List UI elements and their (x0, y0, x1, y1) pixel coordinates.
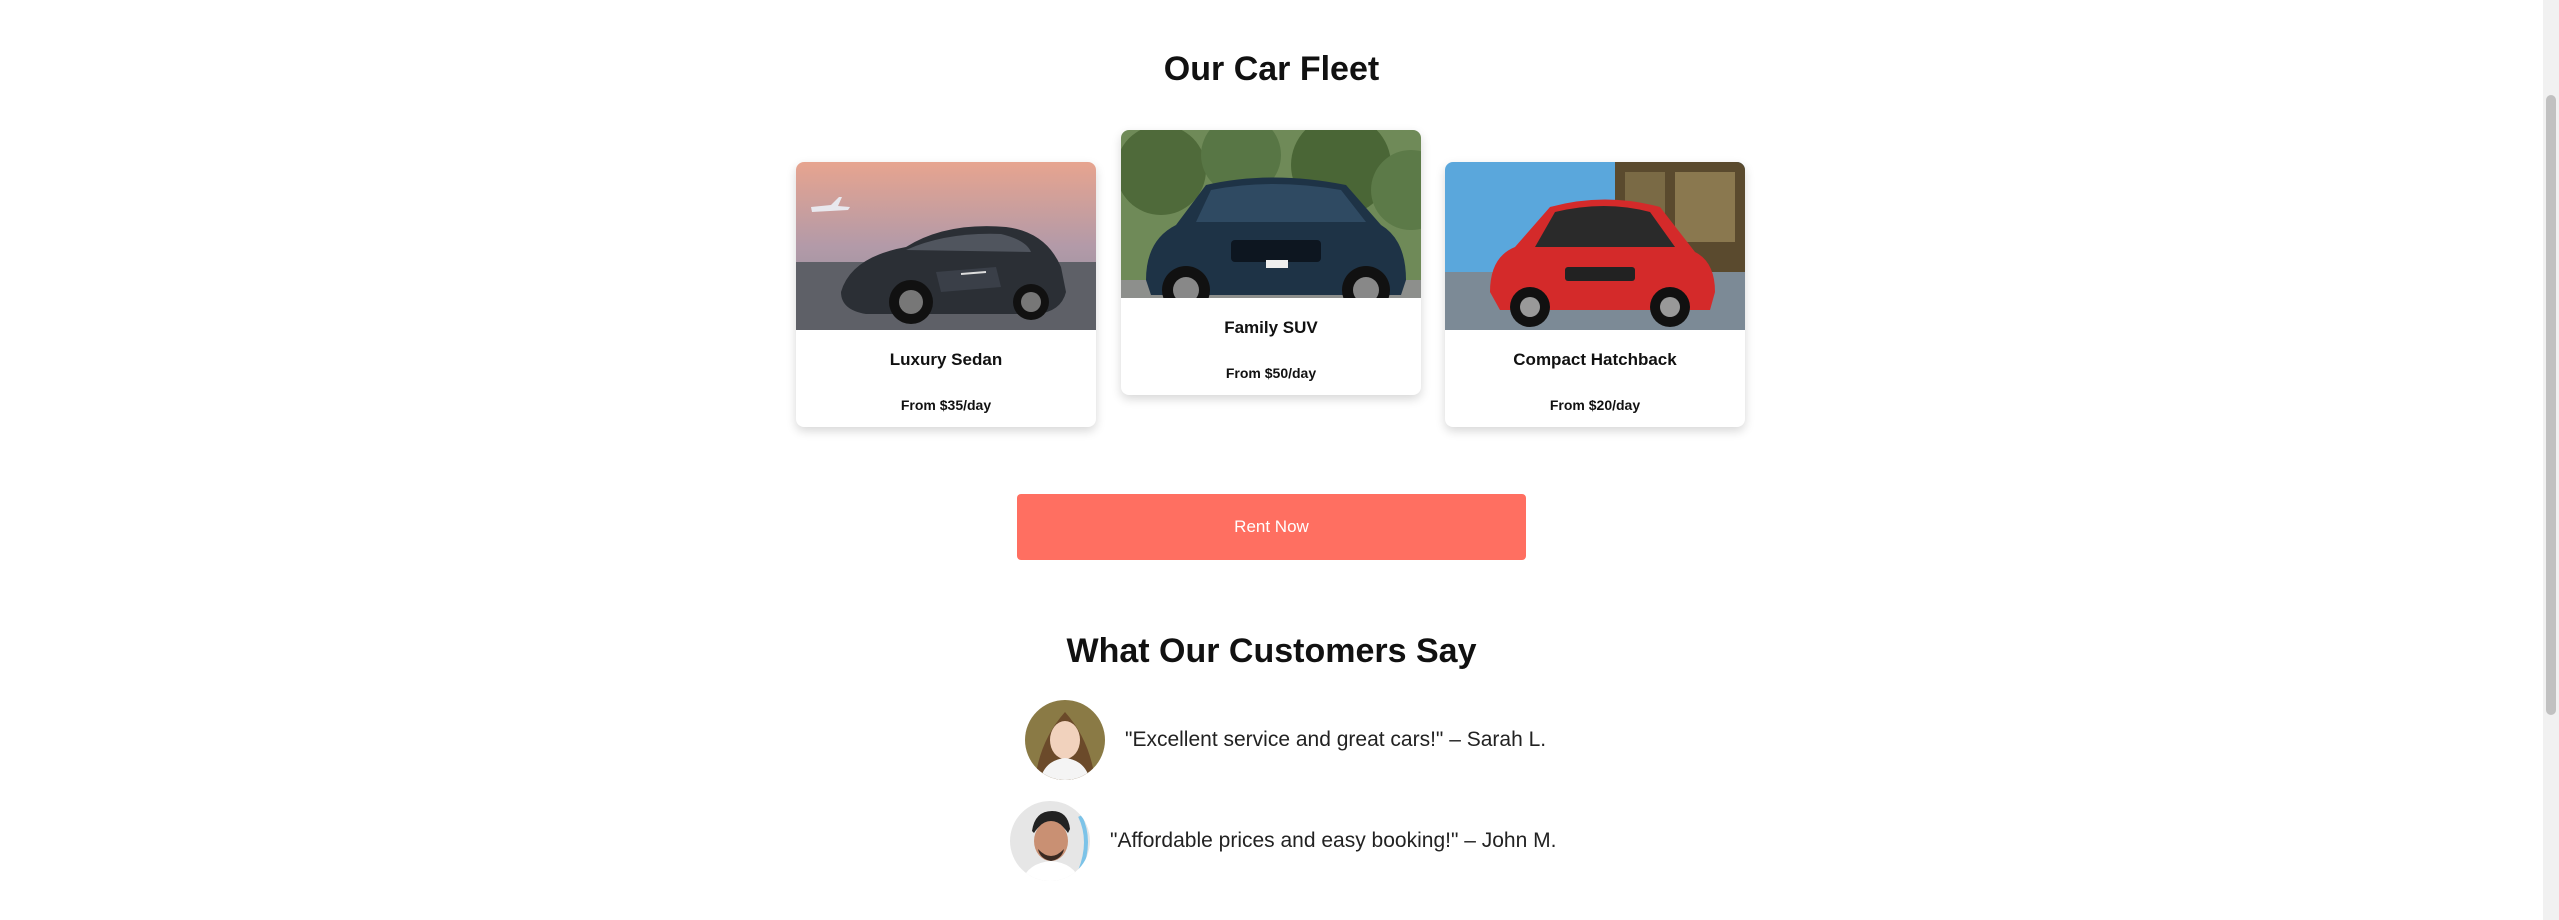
car-name: Compact Hatchback (1513, 350, 1677, 369)
scrollbar-thumb[interactable] (2546, 95, 2556, 715)
luxury-sedan-image (796, 162, 1096, 330)
car-card-family-suv[interactable]: Family SUV From $50/day (1121, 130, 1421, 395)
fleet-title: Our Car Fleet (1163, 50, 1380, 88)
page-scrollbar[interactable] (2543, 0, 2559, 920)
compact-hatchback-image (1445, 162, 1745, 330)
testimonial-item: "Excellent service and great cars!" – Sa… (1025, 700, 1546, 780)
rent-now-button[interactable]: Rent Now (1017, 494, 1526, 560)
testimonial-quote: "Excellent service and great cars!" – Sa… (1125, 728, 1547, 751)
family-suv-image (1121, 130, 1421, 298)
avatar (1010, 801, 1090, 881)
car-price: From $50/day (1225, 365, 1317, 381)
car-price: From $20/day (1549, 397, 1641, 413)
page: Our Car Fleet Luxury Sedan From $35/day … (0, 0, 2559, 920)
car-name: Family SUV (1224, 318, 1318, 337)
testimonial-quote: "Affordable prices and easy booking!" – … (1110, 829, 1557, 852)
testimonial-item: "Affordable prices and easy booking!" – … (1010, 801, 1556, 881)
car-card-luxury-sedan[interactable]: Luxury Sedan From $35/day (796, 162, 1096, 427)
avatar (1025, 700, 1105, 780)
testimonials-title: What Our Customers Say (1066, 632, 1477, 670)
car-price: From $35/day (900, 397, 992, 413)
car-card-compact-hatchback[interactable]: Compact Hatchback From $20/day (1445, 162, 1745, 427)
car-name: Luxury Sedan (889, 350, 1003, 369)
